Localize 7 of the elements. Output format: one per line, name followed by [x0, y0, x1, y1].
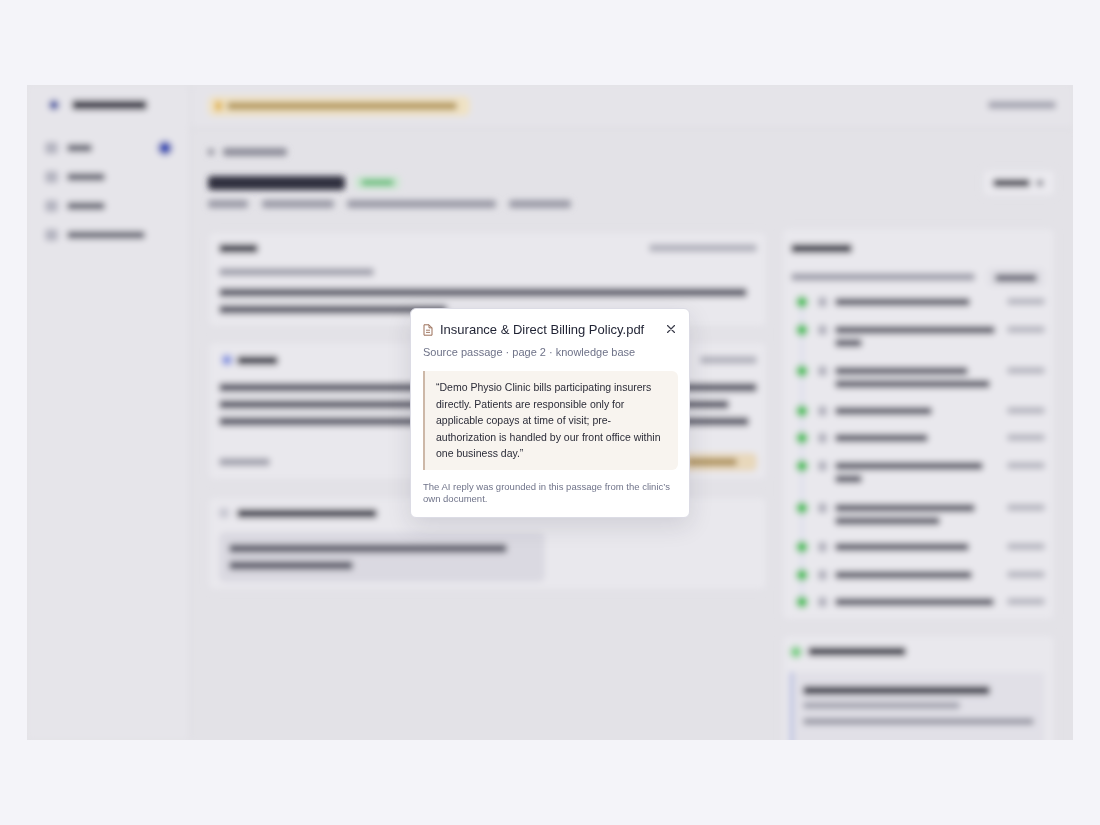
dialog-footnote: The AI reply was grounded in this passage from the clinic’s own document.: [423, 480, 671, 505]
dialog-title: Insurance & Direct Billing Policy.pdf: [440, 321, 645, 339]
close-button[interactable]: [664, 322, 678, 336]
close-icon: [667, 325, 675, 333]
dialog-subtitle: Source passage · page 2 · knowledge base: [423, 345, 637, 360]
document-icon: [423, 324, 433, 336]
quoted-passage: “Demo Physio Clinic bills participating insurers directly. Patients are responsible only for applicable copays at time of visit; pre-authorization is handled by our front office within one business day.”: [423, 371, 678, 470]
